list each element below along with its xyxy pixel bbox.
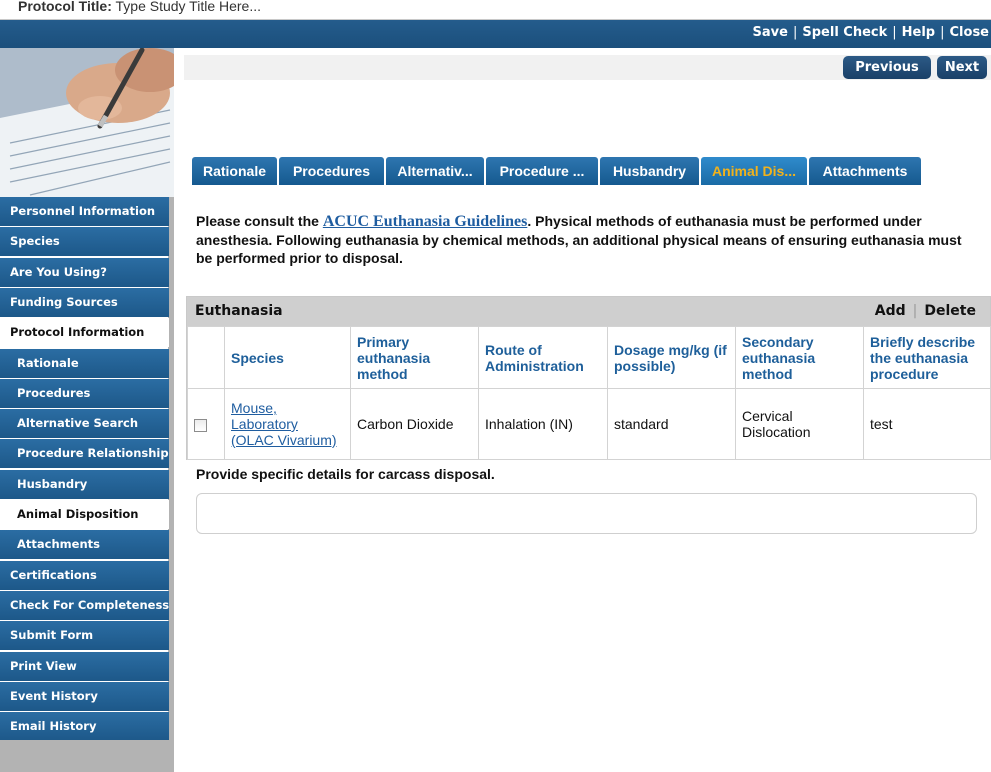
header-bar: Save | Spell Check | Help | Close — [0, 20, 991, 48]
add-button[interactable]: Add — [875, 303, 906, 319]
sidebar-item-protocol-information[interactable]: Protocol Information — [0, 318, 169, 347]
sidebar-item-alternative-search[interactable]: Alternative Search — [0, 409, 169, 438]
tab-procedures[interactable]: Procedures — [279, 157, 384, 185]
column-header-dosage: Dosage mg/kg (if possible) — [607, 326, 736, 389]
select-column-header — [187, 326, 225, 389]
sidebar-item-email-history[interactable]: Email History — [0, 712, 169, 741]
header-separator: | — [792, 25, 798, 40]
species-link[interactable]: Mouse, Laboratory (OLAC Vivarium) — [231, 400, 337, 448]
acuc-guidelines-link[interactable]: ACUC Euthanasia Guidelines — [323, 213, 528, 230]
header-links: Save | Spell Check | Help | Close — [753, 25, 989, 40]
protocol-title: Protocol Title: Type Study Title Here... — [18, 0, 261, 14]
sidebar-nav: Personnel Information Species Are You Usin… — [0, 197, 174, 772]
row-checkbox[interactable] — [194, 418, 207, 432]
euthanasia-title: Euthanasia — [195, 303, 283, 319]
intro-prefix: Please consult the — [196, 213, 323, 229]
tab-rationale[interactable]: Rationale — [192, 157, 277, 185]
sidebar-item-certifications[interactable]: Certifications — [0, 561, 169, 590]
euthanasia-panel-header: Euthanasia Add | Delete — [187, 297, 990, 326]
protocol-title-label: Protocol Title: — [18, 0, 112, 14]
column-header-route: Route of Administration — [478, 326, 608, 389]
header-separator: | — [892, 25, 897, 40]
dosage-cell: standard — [607, 388, 736, 460]
next-button[interactable]: Next — [937, 56, 987, 79]
header-photo-writing-hand — [0, 48, 174, 197]
euthanasia-panel: Euthanasia Add | Delete Species Primary eu… — [186, 296, 991, 460]
primary-method-cell: Carbon Dioxide — [350, 388, 479, 460]
tab-attachments[interactable]: Attachments — [809, 157, 921, 185]
description-cell: test — [863, 388, 991, 460]
euthanasia-actions: Add | Delete — [875, 303, 976, 319]
carcass-disposal-label: Provide specific details for carcass dis… — [196, 466, 495, 482]
sidebar-item-check-for-completeness[interactable]: Check For Completeness — [0, 591, 169, 620]
tab-procedure[interactable]: Procedure ... — [486, 157, 598, 185]
sidebar-item-animal-disposition[interactable]: Animal Disposition — [0, 500, 169, 529]
column-header-primary-method: Primary euthanasia method — [350, 326, 479, 389]
sidebar-item-husbandry[interactable]: Husbandry — [0, 470, 169, 499]
save-link[interactable]: Save — [753, 25, 788, 40]
sidebar-item-personnel-information[interactable]: Personnel Information — [0, 197, 169, 226]
delete-button[interactable]: Delete — [924, 303, 976, 319]
tab-animal-dis[interactable]: Animal Dis... — [701, 157, 807, 185]
table-row: Mouse, Laboratory (OLAC Vivarium) Carbon… — [187, 388, 991, 460]
column-header-species: Species — [224, 326, 351, 389]
sidebar-item-species[interactable]: Species — [0, 227, 169, 256]
species-cell: Mouse, Laboratory (OLAC Vivarium) — [224, 388, 351, 460]
sidebar-item-attachments[interactable]: Attachments — [0, 530, 169, 559]
help-link[interactable]: Help — [902, 25, 935, 40]
sidebar-item-print-view[interactable]: Print View — [0, 652, 169, 681]
sidebar-item-procedure-relationships[interactable]: Procedure Relationships — [0, 439, 169, 468]
writing-hand-image — [0, 48, 174, 197]
column-header-secondary-method: Secondary euthanasia method — [735, 326, 864, 389]
sidebar-item-funding-sources[interactable]: Funding Sources — [0, 288, 169, 317]
table-header-row: Species Primary euthanasia method Route … — [187, 326, 991, 389]
protocol-title-value: Type Study Title Here... — [115, 0, 262, 14]
sidebar-item-procedures[interactable]: Procedures — [0, 379, 169, 408]
euthanasia-instructions: Please consult the ACUC Euthanasia Guide… — [196, 212, 976, 267]
tab-alternativ[interactable]: Alternativ... — [386, 157, 484, 185]
secondary-method-cell: Cervical Dislocation — [735, 388, 864, 460]
spell-check-link[interactable]: Spell Check — [802, 25, 887, 40]
row-select-cell — [187, 388, 225, 460]
sidebar-item-submit-form[interactable]: Submit Form — [0, 621, 169, 650]
carcass-disposal-input[interactable] — [196, 493, 977, 534]
sidebar-footer — [0, 740, 169, 772]
sidebar-item-rationale[interactable]: Rationale — [0, 349, 169, 378]
action-separator: | — [912, 303, 918, 319]
header-separator: | — [940, 25, 945, 40]
column-header-description: Briefly describe the euthanasia procedur… — [863, 326, 991, 389]
tab-husbandry[interactable]: Husbandry — [600, 157, 699, 185]
protocol-title-strip: Protocol Title: Type Study Title Here... — [0, 0, 991, 20]
euthanasia-table: Species Primary euthanasia method Route … — [187, 326, 991, 460]
previous-button[interactable]: Previous — [843, 56, 931, 79]
sidebar-item-event-history[interactable]: Event History — [0, 682, 169, 711]
sidebar-item-are-you-using[interactable]: Are You Using? — [0, 258, 169, 287]
close-link[interactable]: Close — [950, 25, 989, 40]
route-cell: Inhalation (IN) — [478, 388, 608, 460]
